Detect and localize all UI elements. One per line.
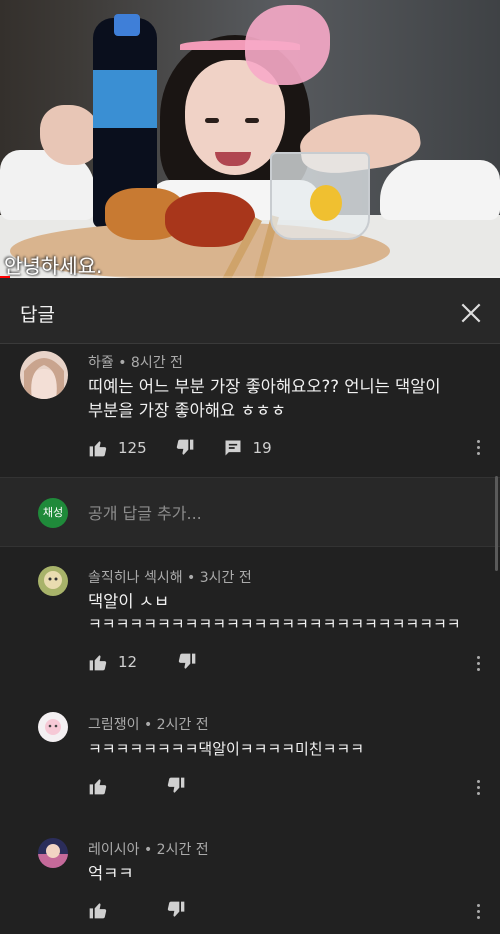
dislike-button[interactable] <box>166 776 186 796</box>
user-avatar: 채성 <box>38 498 68 528</box>
avatar-image <box>20 351 68 399</box>
replies-title: 답글 <box>20 304 55 326</box>
thumbs-up-icon <box>89 441 107 457</box>
video-bow <box>245 5 330 85</box>
more-options-icon[interactable] <box>475 440 481 458</box>
video-bottle-cap <box>114 14 140 36</box>
reply-actions <box>88 900 186 920</box>
reply-author[interactable]: 그림쟁이 • 2시간 전 <box>88 714 209 734</box>
like-button[interactable]: 12 <box>88 652 137 672</box>
like-count: 125 <box>118 439 147 457</box>
close-icon[interactable] <box>458 300 484 326</box>
more-options-icon[interactable] <box>475 656 481 674</box>
replies-header: 답글 <box>0 278 500 344</box>
video-sleeve-right <box>380 160 500 220</box>
thumbs-down-icon <box>167 777 185 793</box>
reply-text-line-2: ㅋㅋㅋㅋㅋㅋㅋㅋㅋㅋㅋㅋㅋㅋㅋㅋㅋㅋㅋㅋㅋㅋㅋㅋㅋㅋㅋ <box>88 615 461 633</box>
avatar[interactable] <box>38 566 68 596</box>
like-button[interactable] <box>88 900 108 920</box>
video-eye-left <box>205 118 219 123</box>
avatar[interactable] <box>20 351 68 399</box>
reply-author[interactable]: 레이시아 • 2시간 전 <box>88 839 209 859</box>
reply-text-line-1: 억ㅋㅋ <box>88 864 134 883</box>
dislike-button[interactable] <box>175 438 195 458</box>
like-button[interactable] <box>88 776 108 796</box>
reply-input[interactable]: 공개 답글 추가... <box>88 500 202 524</box>
more-options-icon[interactable] <box>475 904 481 922</box>
comment-icon <box>225 440 241 456</box>
reply-button[interactable]: 19 <box>223 438 272 458</box>
avatar[interactable] <box>38 838 68 868</box>
video-hand-left <box>40 105 100 165</box>
comment-text-line-1: 띠예는 어느 부분 가장 좋아해요오?? 언니는 댁알이 <box>88 377 441 396</box>
thumbs-up-icon <box>89 779 107 795</box>
video-player[interactable]: 안녕하세요. <box>0 0 500 278</box>
thumbs-down-icon <box>178 653 196 669</box>
scrollbar[interactable] <box>495 476 498 571</box>
video-subtitle: 안녕하세요. <box>4 254 103 278</box>
dislike-button[interactable] <box>177 652 197 672</box>
video-eye-right <box>245 118 259 123</box>
avatar[interactable] <box>38 712 68 742</box>
avatar-image <box>38 838 68 868</box>
avatar-image <box>38 566 68 596</box>
dislike-button[interactable] <box>166 900 186 920</box>
more-options-icon[interactable] <box>475 780 481 798</box>
reply-actions <box>88 776 186 796</box>
thumbs-down-icon <box>176 439 193 455</box>
reply-actions: 12 <box>88 652 197 672</box>
comment-author[interactable]: 하쥴 • 8시간 전 <box>88 352 183 372</box>
comment-text-line-2: 부분을 가장 좋아해요 ㅎㅎㅎ <box>88 401 286 420</box>
thumbs-up-icon <box>89 903 107 919</box>
video-chicken-2 <box>165 192 255 247</box>
like-button[interactable]: 125 <box>88 438 147 458</box>
thumbs-up-icon <box>89 655 107 671</box>
reply-text-line-1: ㅋㅋㅋㅋㅋㅋㅋㅋ댁알이ㅋㅋㅋㅋ미친ㅋㅋㅋ <box>88 740 365 758</box>
comment-actions: 125 19 <box>88 438 272 458</box>
reply-box <box>0 477 500 547</box>
video-bottle-label <box>93 70 157 128</box>
avatar-image <box>38 712 68 742</box>
main-comment: 하쥴 • 8시간 전 띠예는 어느 부분 가장 좋아해요오?? 언니는 댁알이 … <box>0 344 500 477</box>
video-duck <box>310 185 342 221</box>
thumbs-down-icon <box>167 901 185 917</box>
reply-count: 19 <box>252 439 272 457</box>
like-count: 12 <box>118 653 138 671</box>
reply-author[interactable]: 솔직히나 섹시해 • 3시간 전 <box>88 567 252 587</box>
